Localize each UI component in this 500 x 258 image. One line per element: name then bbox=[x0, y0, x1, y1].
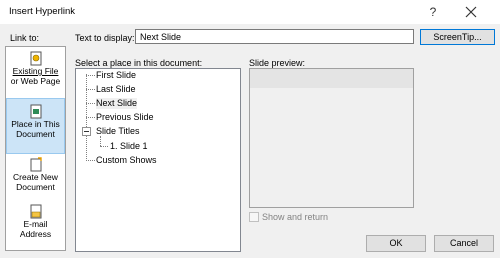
collapse-icon[interactable] bbox=[82, 127, 91, 136]
close-button[interactable] bbox=[460, 2, 482, 22]
slide-preview-area bbox=[249, 68, 414, 208]
link-to-place-in-document[interactable]: Place in This Document bbox=[6, 98, 65, 154]
slide-preview-header bbox=[250, 69, 413, 88]
link-to-create-new-line2: Document bbox=[16, 182, 55, 192]
tree-line bbox=[86, 117, 95, 118]
link-to-existing-file-line1: Existing File bbox=[12, 66, 59, 76]
link-to-create-new[interactable]: Create New Document bbox=[6, 157, 65, 209]
cancel-button[interactable]: Cancel bbox=[434, 235, 494, 252]
link-to-existing-file-label: Existing File bbox=[6, 66, 65, 76]
tree-item-first-slide[interactable]: First Slide bbox=[96, 70, 136, 81]
tree-item-last-slide[interactable]: Last Slide bbox=[96, 84, 136, 95]
insert-hyperlink-dialog: Insert Hyperlink ? Link to: Existing Fil… bbox=[0, 0, 500, 258]
show-and-return-checkbox[interactable] bbox=[249, 212, 259, 222]
select-place-label: Select a place in this document: bbox=[75, 58, 203, 68]
place-tree[interactable]: First Slide Last Slide Next Slide Previo… bbox=[75, 68, 241, 252]
tree-item-slide-1[interactable]: 1. Slide 1 bbox=[110, 141, 148, 152]
slide-preview-label: Slide preview: bbox=[249, 58, 306, 68]
link-to-place-line2: Document bbox=[16, 129, 55, 139]
help-button[interactable]: ? bbox=[424, 3, 442, 21]
document-place-icon bbox=[30, 104, 41, 119]
link-to-place-line1: Place in This bbox=[11, 119, 60, 129]
link-to-existing-file-line2: or Web Page bbox=[10, 76, 61, 86]
title-bar: Insert Hyperlink ? bbox=[0, 0, 500, 24]
tree-item-previous-slide[interactable]: Previous Slide bbox=[96, 112, 154, 123]
text-to-display-input[interactable]: Next Slide bbox=[135, 29, 414, 44]
link-to-create-new-line1: Create New bbox=[13, 172, 58, 182]
ok-button[interactable]: OK bbox=[366, 235, 426, 252]
email-icon bbox=[30, 204, 41, 219]
link-to-email[interactable]: E-mail Address bbox=[6, 204, 65, 256]
web-page-icon bbox=[30, 51, 41, 66]
tree-line bbox=[100, 136, 101, 146]
tree-item-custom-shows[interactable]: Custom Shows bbox=[96, 155, 157, 166]
link-to-label: Link to: bbox=[10, 33, 40, 43]
text-to-display-label: Text to display: bbox=[75, 33, 135, 43]
tree-line bbox=[86, 103, 95, 104]
dialog-title: Insert Hyperlink bbox=[9, 6, 75, 17]
tree-line bbox=[86, 89, 95, 90]
show-and-return-label: Show and return bbox=[262, 212, 329, 222]
screentip-button[interactable]: ScreenTip... bbox=[420, 29, 495, 45]
close-icon bbox=[465, 6, 477, 18]
tree-item-slide-titles[interactable]: Slide Titles bbox=[96, 126, 140, 137]
tree-line bbox=[100, 146, 108, 147]
tree-item-next-slide[interactable]: Next Slide bbox=[96, 98, 138, 109]
tree-line bbox=[86, 160, 95, 161]
tree-line bbox=[86, 75, 95, 76]
link-to-existing-file[interactable]: Existing File or Web Page bbox=[6, 51, 65, 103]
link-to-email-line2: Address bbox=[19, 229, 52, 239]
new-document-icon bbox=[30, 157, 42, 172]
link-to-panel: Existing File or Web Page Place in This … bbox=[5, 46, 66, 251]
link-to-email-line1: E-mail bbox=[23, 219, 48, 229]
